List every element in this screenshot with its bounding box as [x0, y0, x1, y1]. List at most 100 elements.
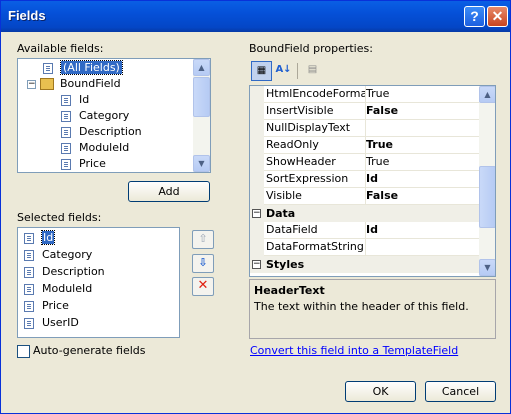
property-value[interactable]: True — [364, 154, 481, 171]
property-value[interactable]: True — [364, 86, 481, 103]
list-item-label: UserID — [42, 316, 79, 329]
collapse-icon[interactable]: − — [27, 80, 36, 89]
folder-field-icon — [40, 78, 54, 90]
property-value[interactable]: Id — [364, 222, 481, 239]
collapse-icon[interactable]: − — [252, 209, 261, 218]
tree-item-field[interactable]: ModuleId — [61, 140, 129, 156]
scroll-up-icon[interactable]: ▲ — [479, 86, 495, 103]
ok-button[interactable]: OK — [345, 381, 416, 402]
move-down-button[interactable]: ⇩ — [192, 254, 214, 273]
property-value[interactable] — [364, 239, 481, 256]
properties-label: BoundField properties: — [249, 42, 373, 55]
help-button[interactable]: ? — [464, 6, 485, 27]
available-fields-tree[interactable]: (All Fields) − BoundField Id Category De… — [17, 58, 211, 173]
scroll-thumb[interactable] — [193, 77, 210, 117]
tree-item-field[interactable]: Price — [61, 156, 106, 172]
property-row-gutter — [250, 86, 264, 103]
property-value[interactable]: True — [364, 137, 481, 154]
property-value[interactable]: False — [364, 188, 481, 205]
property-pages-icon[interactable]: ▤ — [302, 61, 323, 81]
scroll-thumb[interactable] — [479, 166, 495, 228]
property-category-label: Data — [266, 207, 296, 220]
property-row[interactable]: ShowHeader True — [250, 154, 481, 171]
scroll-down-icon[interactable]: ▼ — [193, 155, 210, 172]
property-value[interactable]: False — [364, 103, 481, 120]
tree-item-all-fields[interactable]: (All Fields) — [43, 60, 123, 76]
property-name: ReadOnly — [264, 137, 366, 154]
list-item-label: Id — [40, 230, 56, 245]
property-category-row[interactable]: − Data — [250, 205, 479, 222]
property-row[interactable]: DataField Id — [250, 222, 481, 239]
list-item[interactable]: Description — [24, 264, 105, 280]
property-category-row[interactable]: − Styles — [250, 256, 479, 273]
property-category-label: Styles — [266, 258, 305, 271]
add-button[interactable]: Add — [128, 181, 210, 202]
toolbar-separator — [297, 63, 298, 79]
tree-item-label: Category — [79, 109, 130, 122]
field-icon — [61, 110, 71, 122]
delete-icon: ✕ — [197, 278, 209, 293]
list-item[interactable]: Id — [24, 230, 56, 246]
fields-dialog: Fields ? ✕ Available fields: (All Fields… — [0, 0, 511, 414]
property-row[interactable]: HtmlEncodeFormatSTrue — [250, 86, 481, 103]
description-title: HeaderText — [254, 284, 325, 297]
field-icon — [61, 142, 71, 154]
available-scrollbar[interactable]: ▲ ▼ — [193, 59, 210, 172]
property-row-gutter — [250, 103, 264, 120]
property-value[interactable]: Id — [364, 171, 481, 188]
scroll-up-icon[interactable]: ▲ — [193, 59, 210, 76]
field-icon — [61, 126, 71, 138]
property-name: DataField — [264, 222, 366, 239]
property-row-gutter — [250, 120, 264, 137]
close-button[interactable]: ✕ — [487, 6, 508, 27]
property-row[interactable]: ReadOnly True — [250, 137, 481, 154]
property-row-gutter — [250, 154, 264, 171]
tree-item-label: Description — [79, 125, 142, 138]
alphabetical-icon[interactable]: A↓ — [273, 61, 294, 81]
property-value[interactable] — [364, 120, 481, 137]
property-row-gutter — [250, 137, 264, 154]
property-row[interactable]: NullDisplayText — [250, 120, 481, 137]
list-item[interactable]: Category — [24, 247, 92, 263]
tree-item-label: (All Fields) — [60, 60, 123, 75]
tree-item-label: Id — [79, 93, 90, 106]
property-scrollbar[interactable]: ▲ ▼ — [479, 86, 495, 276]
field-icon — [24, 300, 34, 312]
field-icon — [24, 266, 34, 278]
tree-item-boundfield[interactable]: BoundField — [40, 76, 121, 92]
cancel-button[interactable]: Cancel — [425, 381, 496, 402]
property-row-gutter — [250, 171, 264, 188]
property-row[interactable]: InsertVisible False — [250, 103, 481, 120]
tree-item-field[interactable]: Category — [61, 108, 129, 124]
auto-generate-label: Auto-generate fields — [33, 344, 146, 357]
property-name: ShowHeader — [264, 154, 366, 171]
property-row-gutter — [250, 222, 264, 239]
property-grid[interactable]: HtmlEncodeFormatSTrueInsertVisibleFalseN… — [249, 85, 496, 277]
tree-item-field[interactable]: Id — [61, 92, 89, 108]
property-row[interactable]: DataFormatString — [250, 239, 481, 256]
property-name: DataFormatString — [264, 239, 366, 256]
auto-generate-checkbox[interactable] — [17, 345, 30, 358]
list-item[interactable]: Price — [24, 298, 69, 314]
selected-fields-list[interactable]: Id Category Description ModuleId Price U… — [17, 227, 180, 338]
field-icon — [61, 158, 71, 170]
description-text: The text within the header of this field… — [254, 300, 469, 313]
categorized-icon[interactable]: ▦ — [251, 61, 272, 81]
convert-templatefield-link[interactable]: Convert this field into a TemplateField — [250, 344, 458, 357]
move-up-icon: ⇧ — [198, 232, 208, 245]
list-item[interactable]: UserID — [24, 315, 79, 331]
move-up-button[interactable]: ⇧ — [192, 230, 214, 249]
delete-field-button[interactable]: ✕ — [192, 277, 214, 296]
title-bar[interactable]: Fields ? ✕ — [1, 1, 510, 32]
move-down-icon: ⇩ — [198, 256, 208, 269]
tree-item-field[interactable]: Description — [61, 124, 142, 140]
list-item-label: Category — [42, 248, 93, 261]
field-icon — [24, 232, 34, 244]
tree-item-label: ModuleId — [79, 141, 130, 154]
scroll-down-icon[interactable]: ▼ — [479, 259, 495, 276]
tree-item-label: Price — [79, 157, 106, 170]
list-item[interactable]: ModuleId — [24, 281, 92, 297]
property-row[interactable]: Visible False — [250, 188, 481, 205]
collapse-icon[interactable]: − — [252, 260, 261, 269]
property-row[interactable]: SortExpression Id — [250, 171, 481, 188]
